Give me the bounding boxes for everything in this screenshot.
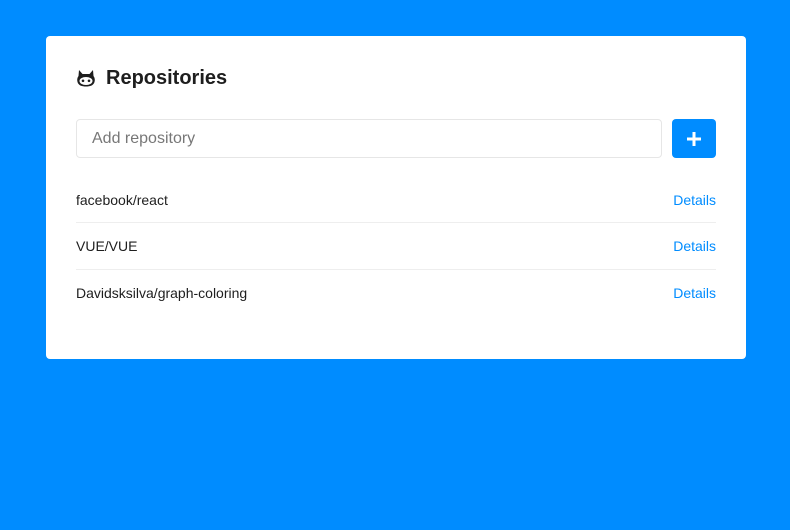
details-link[interactable]: Details xyxy=(673,238,716,254)
add-repository-button[interactable] xyxy=(672,119,716,158)
repository-input[interactable] xyxy=(76,119,662,158)
repository-list: facebook/react Details VUE/VUE Details David… xyxy=(76,177,716,316)
list-item: VUE/VUE Details xyxy=(76,222,716,269)
list-item: facebook/react Details xyxy=(76,177,716,222)
plus-icon xyxy=(687,131,701,146)
repository-name: Davidsksilva/graph-coloring xyxy=(76,285,248,301)
details-link[interactable]: Details xyxy=(673,285,716,301)
repository-name: VUE/VUE xyxy=(76,238,138,254)
add-repository-form xyxy=(76,119,716,158)
repositories-card: Repositories facebook/reactDetailsVUE/VU… xyxy=(46,36,746,359)
repository-name: facebook/react xyxy=(76,191,168,208)
github-icon xyxy=(76,68,96,88)
card-header: Repositories xyxy=(76,66,716,90)
page-title: Repositories xyxy=(106,67,228,89)
list-item: Davidsksilva/graph-coloring Details xyxy=(76,269,716,316)
details-link[interactable]: Details xyxy=(673,192,716,208)
